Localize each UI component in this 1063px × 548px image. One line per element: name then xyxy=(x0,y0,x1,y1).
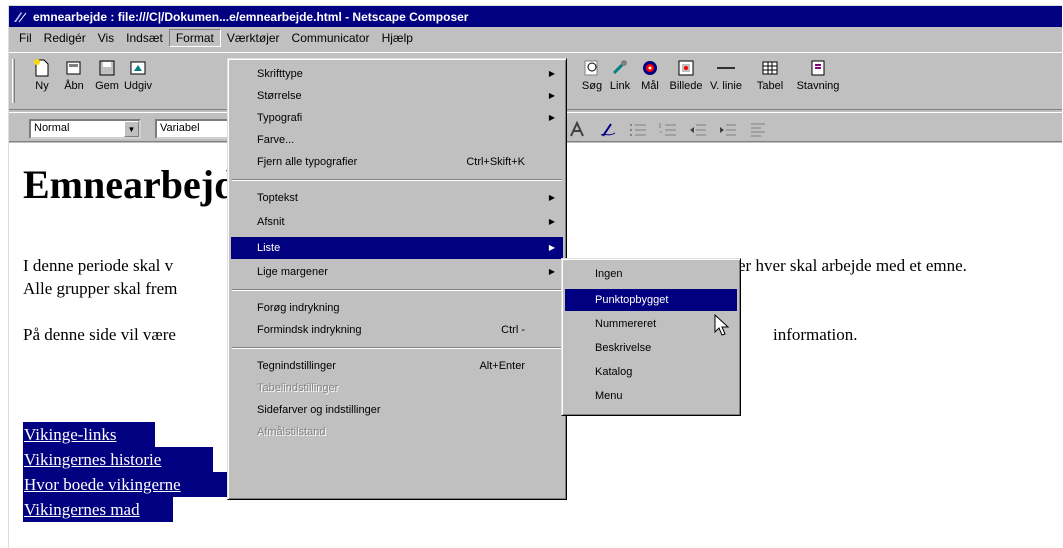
menu-communicator[interactable]: Communicator xyxy=(286,30,376,46)
menu-help[interactable]: Hjælp xyxy=(376,30,419,46)
menu-file[interactable]: Fil xyxy=(13,30,38,46)
menu-edit[interactable]: Redigér xyxy=(38,30,92,46)
font-select[interactable]: Variabel xyxy=(155,119,235,139)
submenu-item-description[interactable]: Beskrivelse xyxy=(565,337,737,359)
open-icon xyxy=(66,61,81,75)
submenu-arrow-icon: ▶ xyxy=(548,243,555,252)
image-icon xyxy=(678,60,694,76)
numbered-list-icon[interactable] xyxy=(657,121,679,139)
submenu-arrow-icon: ▶ xyxy=(548,91,555,100)
publish-icon xyxy=(130,61,146,75)
submenu-arrow-icon: ▶ xyxy=(548,217,555,226)
paragraph-style-select[interactable]: Normal ▼ xyxy=(29,119,141,139)
menu-format[interactable]: Format xyxy=(168,29,221,47)
netscape-app-icon xyxy=(13,9,29,24)
link-vikinge-links[interactable]: Vikinge-links xyxy=(23,422,155,447)
composer-window: emnearbejde : file:///C|/Dokumen...e/emn… xyxy=(8,5,1062,548)
submenu-item-catalog[interactable]: Katalog xyxy=(565,361,737,383)
menu-item-align[interactable]: Lige margener ▶ xyxy=(231,261,563,283)
submenu-item-bulleted[interactable]: Punktopbygget xyxy=(565,289,737,311)
mouse-pointer-icon xyxy=(714,314,730,336)
page-heading: Emnearbejde xyxy=(23,162,255,207)
menu-tools[interactable]: Værktøjer xyxy=(221,30,286,46)
publish-button[interactable]: Udgiv xyxy=(115,59,161,92)
menu-separator xyxy=(232,179,562,181)
submenu-item-numbered[interactable]: Nummereret xyxy=(565,313,737,335)
menu-item-heading[interactable]: Toptekst ▶ xyxy=(231,187,563,209)
menu-view[interactable]: Vis xyxy=(92,30,120,46)
title-bar[interactable]: emnearbejde : file:///C|/Dokumen...e/emn… xyxy=(9,6,1062,27)
paragraph-intro-right: er hver skal arbejde med et emne. xyxy=(738,256,967,275)
paragraph-page-info-right: information. xyxy=(773,325,858,344)
submenu-item-none[interactable]: Ingen xyxy=(565,263,737,285)
menu-item-character-properties[interactable]: Tegnindstillinger Alt+Enter xyxy=(231,355,563,377)
submenu-arrow-icon: ▶ xyxy=(548,69,555,78)
paragraph-page-info: På denne side vil være xyxy=(23,325,176,344)
toolbar-grip[interactable] xyxy=(12,59,15,103)
menu-item-disabled-last: Afmålstilstand xyxy=(257,426,326,438)
increase-indent-icon[interactable] xyxy=(717,121,739,139)
alignment-icon[interactable] xyxy=(747,121,769,139)
menu-item-list[interactable]: Liste ▶ xyxy=(231,237,563,259)
decrease-indent-icon[interactable] xyxy=(687,121,709,139)
new-document-icon xyxy=(34,59,49,77)
table-icon xyxy=(762,61,778,75)
submenu-arrow-icon: ▶ xyxy=(548,113,555,122)
spelling-button[interactable]: Stavning xyxy=(795,59,841,92)
menu-item-typography[interactable]: Typografi ▶ xyxy=(231,107,563,129)
screenshot-frame: emnearbejde : file:///C|/Dokumen...e/emn… xyxy=(0,0,1063,548)
menu-insert[interactable]: Indsæt xyxy=(120,30,169,46)
menu-item-remove-styles[interactable]: Fjern alle typografier Ctrl+Skift+K xyxy=(231,151,563,173)
target-icon xyxy=(643,61,657,75)
paragraph-intro: I denne periode skal v xyxy=(23,256,174,275)
link-vikingernes-mad[interactable]: Vikingernes mad xyxy=(23,497,173,522)
menu-item-table-properties: Tabelindstillinger xyxy=(257,382,339,394)
menu-item-size[interactable]: Størrelse ▶ xyxy=(231,85,563,107)
menu-item-increase-indent[interactable]: Forøg indrykning xyxy=(231,297,563,319)
text-color-icon[interactable] xyxy=(567,121,589,139)
menu-separator xyxy=(232,347,562,349)
paragraph-groups: Alle grupper skal frem xyxy=(23,279,178,298)
save-icon xyxy=(99,60,115,76)
link-hvor-boede-vikingerne[interactable]: Hvor boede vikingerne xyxy=(23,472,241,497)
link-vikingernes-historie[interactable]: Vikingernes historie xyxy=(23,447,213,472)
menu-item-color[interactable]: Farve... xyxy=(231,129,563,151)
menu-item-page-colors[interactable]: Sidefarver og indstillinger xyxy=(231,399,563,421)
table-button[interactable]: Tabel xyxy=(747,59,793,92)
spelling-icon xyxy=(811,60,825,76)
bulleted-list-icon[interactable] xyxy=(627,121,649,139)
submenu-arrow-icon: ▶ xyxy=(548,267,555,276)
format-menu: Skrifttype ▶ Størrelse ▶ Typografi ▶ Farve.… xyxy=(227,58,567,500)
submenu-arrow-icon: ▶ xyxy=(548,193,555,202)
menu-separator xyxy=(232,289,562,291)
window-title: emnearbejde : file:///C|/Dokumen...e/emn… xyxy=(33,9,469,24)
submenu-item-menu[interactable]: Menu xyxy=(565,385,737,407)
menu-item-font[interactable]: Skrifttype ▶ xyxy=(231,63,563,85)
menu-bar: Fil Redigér Vis Indsæt Format Værktøjer … xyxy=(9,27,1062,49)
chevron-down-icon[interactable]: ▼ xyxy=(124,121,139,137)
menu-item-paragraph[interactable]: Afsnit ▶ xyxy=(231,211,563,233)
menu-item-decrease-indent[interactable]: Formindsk indrykning Ctrl - xyxy=(231,319,563,341)
horizontal-line-button[interactable]: V. linie xyxy=(703,59,749,92)
horizontal-line-icon xyxy=(717,67,735,69)
remove-style-icon[interactable] xyxy=(597,121,619,139)
